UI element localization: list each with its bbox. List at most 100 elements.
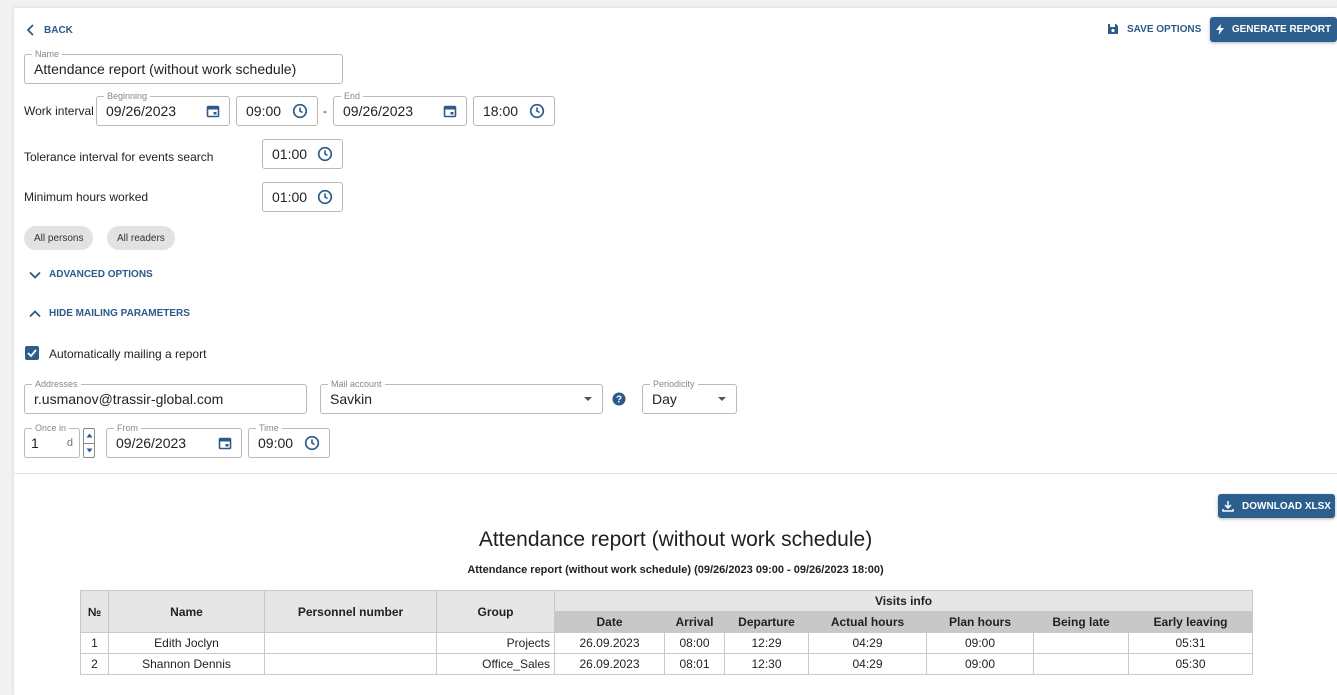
- cell-early-leaving: 05:31: [1128, 632, 1253, 654]
- periodicity-label: Periodicity: [650, 378, 698, 390]
- periodicity-value: Day: [652, 391, 677, 407]
- cell-personnel: [264, 632, 437, 654]
- time-label: Time: [256, 422, 282, 434]
- addresses-value: r.usmanov@trassir-global.com: [34, 391, 224, 407]
- mail-account-value: Savkin: [330, 391, 373, 407]
- mailing-parameters-toggle[interactable]: HIDE MAILING PARAMETERS: [29, 308, 190, 319]
- cell-no: 2: [80, 653, 109, 675]
- interval-separator: -: [323, 104, 327, 118]
- col-header-no: №: [80, 590, 109, 633]
- min-hours-value: 01:00: [272, 189, 308, 205]
- cell-early-leaving: 05:30: [1128, 653, 1253, 675]
- section-divider: [14, 473, 1337, 474]
- once-in-stepper[interactable]: [83, 428, 95, 458]
- once-in-field[interactable]: Once in 1 d: [24, 422, 80, 458]
- clock-icon[interactable]: [529, 103, 545, 119]
- auto-mail-checkbox[interactable]: [25, 346, 39, 360]
- cell-personnel: [264, 653, 437, 675]
- beginning-time-field[interactable]: 09:00: [236, 96, 318, 126]
- checkmark-icon: [27, 349, 37, 357]
- beginning-date-value: 09/26/2023: [106, 103, 177, 119]
- col-header-early-leaving: Early leaving: [1128, 611, 1253, 633]
- col-header-arrival: Arrival: [664, 611, 725, 633]
- cell-plan-hours: 09:00: [926, 653, 1034, 675]
- col-header-actual-hours: Actual hours: [808, 611, 927, 633]
- advanced-options-toggle[interactable]: ADVANCED OPTIONS: [29, 269, 153, 280]
- save-options-label: SAVE OPTIONS: [1127, 23, 1202, 35]
- end-time-value: 18:00: [483, 103, 519, 119]
- clock-icon[interactable]: [317, 189, 333, 205]
- dropdown-arrow-icon[interactable]: [717, 396, 727, 402]
- cell-arrival: 08:00: [664, 632, 725, 654]
- periodicity-select[interactable]: Periodicity Day: [642, 378, 737, 414]
- calendar-icon[interactable]: [218, 436, 232, 450]
- beginning-label: Beginning: [104, 90, 151, 102]
- cell-actual-hours: 04:29: [808, 632, 927, 654]
- time-field[interactable]: Time 09:00: [248, 422, 330, 458]
- mailing-parameters-label: HIDE MAILING PARAMETERS: [49, 308, 190, 319]
- report-name-field[interactable]: Name Attendance report (without work sch…: [24, 48, 343, 84]
- report-name-label: Name: [32, 48, 63, 60]
- all-persons-chip[interactable]: All persons: [24, 226, 94, 250]
- clock-icon[interactable]: [317, 146, 333, 162]
- cell-group: Projects: [436, 632, 555, 654]
- cell-name: Shannon Dennis: [108, 653, 265, 675]
- beginning-date-field[interactable]: Beginning 09/26/2023: [96, 90, 230, 126]
- cell-group: Office_Sales: [436, 653, 555, 675]
- dropdown-arrow-icon[interactable]: [583, 396, 593, 402]
- help-icon[interactable]: ?: [612, 392, 626, 406]
- from-label: From: [114, 422, 141, 434]
- col-header-visits-info: Visits info: [554, 590, 1253, 612]
- back-label: BACK: [44, 24, 73, 36]
- attendance-table: № Name Personnel number Group Visits inf…: [80, 590, 1253, 675]
- stepper-up-icon[interactable]: [84, 429, 94, 444]
- generate-report-label: GENERATE REPORT: [1231, 24, 1332, 35]
- mail-account-select[interactable]: Mail account Savkin: [320, 378, 603, 414]
- time-value: 09:00: [258, 435, 294, 451]
- from-date-value: 09/26/2023: [116, 435, 187, 451]
- end-time-field[interactable]: 18:00: [473, 96, 555, 126]
- report-name-value: Attendance report (without work schedule…: [34, 61, 297, 77]
- tolerance-field[interactable]: 01:00: [262, 139, 343, 169]
- calendar-icon[interactable]: [206, 104, 220, 118]
- cell-name: Edith Joclyn: [108, 632, 265, 654]
- min-hours-label: Minimum hours worked: [24, 190, 149, 204]
- col-header-group: Group: [436, 590, 555, 633]
- generate-report-button[interactable]: GENERATE REPORT: [1210, 17, 1337, 42]
- once-in-value: 1: [31, 435, 39, 451]
- download-icon: [1222, 500, 1234, 512]
- report-title: Attendance report (without work schedule…: [478, 528, 873, 551]
- col-header-personnel: Personnel number: [264, 590, 437, 633]
- chevron-left-icon: [26, 24, 36, 36]
- table-row: 2 Shannon Dennis Office_Sales 26.09.2023…: [80, 653, 1253, 675]
- addresses-field[interactable]: Addresses r.usmanov@trassir-global.com: [24, 378, 307, 414]
- calendar-icon[interactable]: [443, 104, 457, 118]
- all-readers-chip[interactable]: All readers: [107, 226, 175, 250]
- addresses-label: Addresses: [32, 378, 81, 390]
- back-button[interactable]: BACK: [26, 24, 73, 36]
- download-xlsx-button[interactable]: DOWNLOAD XLSX: [1218, 494, 1335, 518]
- col-header-plan-hours: Plan hours: [926, 611, 1034, 633]
- col-header-name: Name: [108, 590, 265, 633]
- report-settings-panel: BACK SAVE OPTIONS GENERATE REPORT Name A…: [14, 8, 1337, 695]
- stepper-down-icon[interactable]: [84, 444, 94, 458]
- once-in-unit: d: [66, 437, 73, 449]
- cell-departure: 12:30: [724, 653, 809, 675]
- auto-mail-label: Automatically mailing a report: [49, 347, 207, 361]
- end-label: End: [341, 90, 364, 102]
- from-date-field[interactable]: From 09/26/2023: [106, 422, 242, 458]
- cell-arrival: 08:01: [664, 653, 725, 675]
- download-xlsx-label: DOWNLOAD XLSX: [1242, 500, 1331, 512]
- min-hours-field[interactable]: 01:00: [262, 182, 343, 212]
- floppy-disk-icon: [1107, 23, 1119, 35]
- cell-departure: 12:29: [724, 632, 809, 654]
- end-date-field[interactable]: End 09/26/2023: [333, 90, 467, 126]
- tolerance-value: 01:00: [272, 146, 308, 162]
- cell-actual-hours: 04:29: [808, 653, 927, 675]
- table-row: 1 Edith Joclyn Projects 26.09.2023 08:00…: [80, 632, 1253, 654]
- save-options-button[interactable]: SAVE OPTIONS: [1107, 23, 1201, 35]
- chevron-up-icon: [29, 309, 41, 318]
- beginning-time-value: 09:00: [246, 103, 282, 119]
- clock-icon[interactable]: [304, 435, 320, 451]
- clock-icon[interactable]: [292, 103, 308, 119]
